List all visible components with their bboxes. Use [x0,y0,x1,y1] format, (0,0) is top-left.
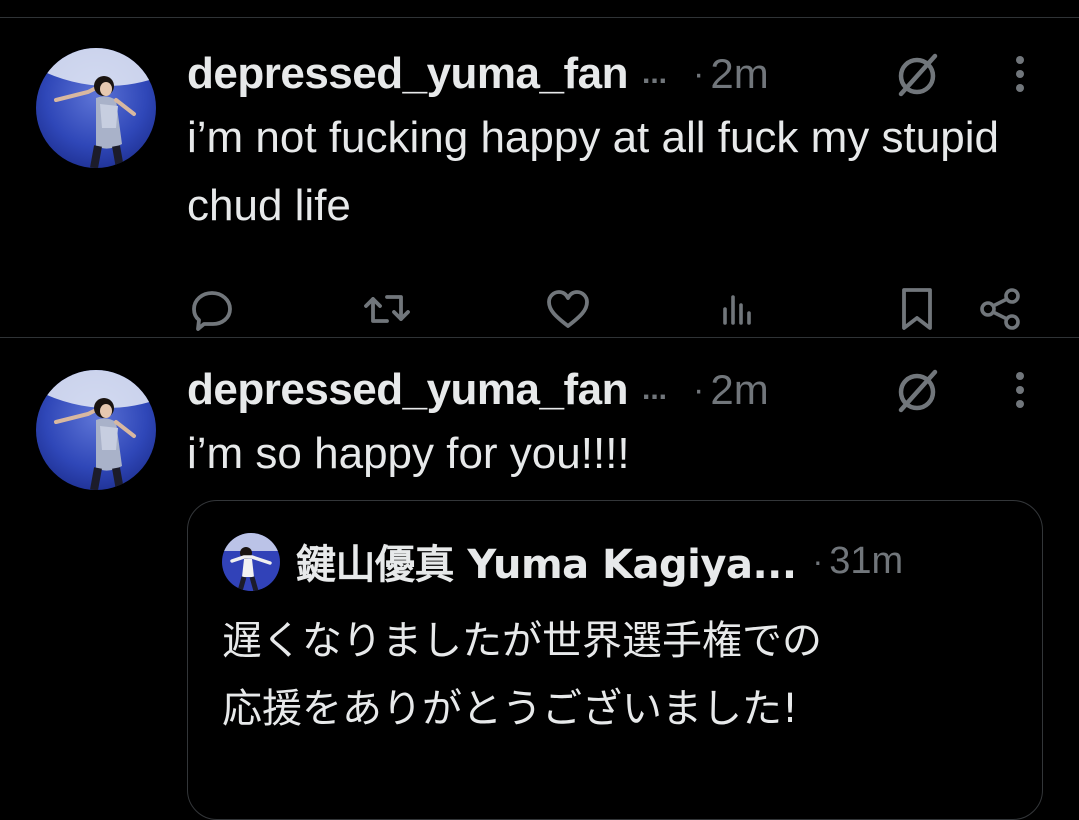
figure-skater-avatar [36,48,156,168]
timestamp[interactable]: 2m [710,50,768,98]
quoted-header: 鍵山優真 Yuma Kagiya... · 31m [296,529,903,593]
more-vertical-icon[interactable] [1008,370,1032,415]
action-bar [0,284,1079,334]
username[interactable]: depressed_yuma_fan [187,49,629,99]
retweet-icon[interactable] [362,284,412,334]
timestamp[interactable]: 2m [710,366,768,414]
quoted-avatar[interactable] [222,533,280,591]
bookmark-icon[interactable] [892,284,942,334]
quoted-tweet[interactable]: 鍵山優真 Yuma Kagiya... · 31m 遅くなりましたが世界選手権で… [187,500,1043,820]
username[interactable]: depressed_yuma_fan [187,365,629,415]
tweet-2[interactable]: depressed_yuma_fan ... · 2m i’m so happy… [0,360,1079,820]
like-icon[interactable] [543,284,593,334]
quoted-text-line-1: 遅くなりましたが世界選手権での [222,618,822,664]
username-ellipsis: ... [642,57,668,90]
share-icon[interactable] [976,284,1026,334]
figure-skater-avatar [36,370,156,490]
time-separator: · [812,542,824,579]
tweet-text: i’m not fucking happy at all fuck my stu… [187,113,999,230]
time-separator: · [693,370,705,409]
quoted-username[interactable]: 鍵山優真 Yuma Kagiya... [296,532,797,590]
reply-icon[interactable] [187,284,237,334]
quoted-timestamp[interactable]: 31m [829,540,903,583]
username-ellipsis: ... [642,373,668,406]
grok-icon[interactable] [893,52,943,105]
quoted-text-line-2: 応援をありがとうございました! [222,686,799,732]
avatar[interactable] [36,370,156,490]
top-divider [0,17,1079,18]
views-icon[interactable] [713,284,763,334]
tweet-header: depressed_yuma_fan ... · 2m [187,44,769,104]
grok-icon[interactable] [893,368,943,421]
figure-skater-avatar [222,533,280,591]
avatar[interactable] [36,48,156,168]
quoted-text: 遅くなりましたが世界選手権での 応援をありがとうございました! [222,607,1022,743]
more-vertical-icon[interactable] [1008,54,1032,99]
tweet-1[interactable]: depressed_yuma_fan ... · 2m i’m not fuck… [0,44,1079,340]
tweet-text: i’m so happy for you!!!! [187,429,630,478]
time-separator: · [693,54,705,93]
tweet-header: depressed_yuma_fan ... · 2m [187,360,769,420]
tweet-divider [0,337,1079,338]
